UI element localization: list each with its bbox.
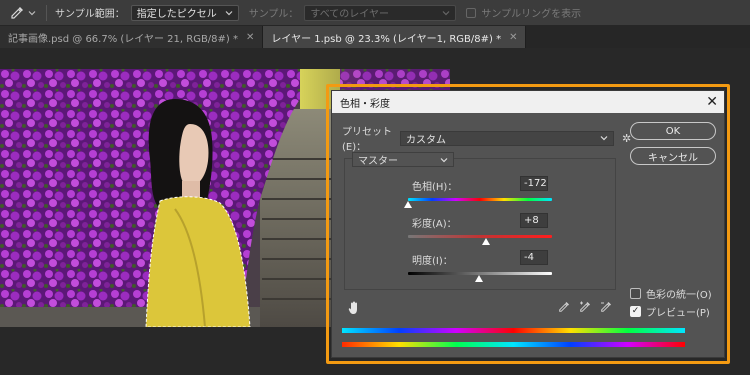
output-hue-bar: [342, 342, 685, 347]
eyedropper-icon: [11, 6, 23, 19]
sampling-ring-label: サンプルリングを表示: [481, 9, 582, 20]
photoshop-window: サンプル範囲： 指定したピクセル サンプル： すべてのレイヤー サンプルリングを…: [0, 0, 750, 375]
tab-label: レイヤー 1.psb @ 23.3% (レイヤー1, RGB/8#) *: [271, 33, 502, 45]
close-icon[interactable]: ✕: [509, 32, 517, 43]
eyedropper-tool-preset[interactable]: [10, 6, 38, 20]
close-icon[interactable]: ✕: [246, 32, 254, 43]
tab-document-1[interactable]: 記事画像.psd @ 66.7% (レイヤー 21, RGB/8#) * ✕: [0, 26, 264, 48]
colorize-label: 色彩の統一(O): [646, 290, 712, 301]
chevron-down-icon: [600, 136, 608, 141]
channel-value: マスター: [358, 156, 398, 167]
sampling-ring-checkbox[interactable]: [466, 7, 477, 18]
tab-document-2[interactable]: レイヤー 1.psb @ 23.3% (レイヤー1, RGB/8#) * ✕: [263, 26, 527, 48]
eyedropper-minus-icon[interactable]: [600, 301, 612, 313]
lightness-slider-thumb[interactable]: [474, 275, 483, 282]
preview-label: プレビュー(P): [646, 308, 710, 319]
ok-button[interactable]: OK: [630, 122, 716, 140]
cancel-button[interactable]: キャンセル: [630, 147, 716, 165]
sample-label: サンプル：: [248, 9, 299, 20]
sample-range-value: 指定したピクセル: [136, 9, 217, 20]
saturation-slider-track[interactable]: [408, 235, 552, 238]
preset-label: プリセット(E)：: [342, 127, 392, 153]
options-bar: サンプル範囲： 指定したピクセル サンプル： すべてのレイヤー サンプルリングを…: [0, 0, 750, 26]
preview-checkbox[interactable]: ✓: [630, 306, 641, 317]
document-tabs: 記事画像.psd @ 66.7% (レイヤー 21, RGB/8#) * ✕ レ…: [0, 26, 750, 48]
saturation-label: 彩度(A)：: [412, 219, 457, 230]
saturation-slider-thumb[interactable]: [481, 238, 490, 245]
eyedropper-plus-icon[interactable]: [579, 301, 591, 313]
hue-saturation-dialog: 色相・彩度 ✕ プリセット(E)： カスタム ✲ OK キャンセル マスター 色…: [331, 90, 725, 358]
tab-label: 記事画像.psd @ 66.7% (レイヤー 21, RGB/8#) *: [8, 33, 238, 45]
preset-select[interactable]: カスタム: [400, 130, 614, 146]
chevron-down-icon: [225, 10, 233, 15]
hue-input[interactable]: -172: [520, 176, 548, 191]
preset-row: プリセット(E)： カスタム ✲: [342, 123, 631, 153]
adjustment-panel: [344, 158, 616, 290]
dialog-title: 色相・彩度: [340, 98, 390, 110]
chevron-down-icon: [442, 10, 450, 15]
divider: [46, 4, 47, 21]
dialog-titlebar[interactable]: 色相・彩度 ✕: [332, 91, 724, 113]
lightness-label: 明度(I)：: [412, 256, 453, 267]
saturation-input[interactable]: +8: [520, 213, 548, 228]
preview-option[interactable]: ✓ プレビュー(P): [630, 304, 710, 319]
chevron-down-icon: [440, 157, 448, 162]
hue-slider-track[interactable]: [408, 198, 552, 201]
hue-slider-thumb[interactable]: [404, 201, 412, 208]
lightness-input[interactable]: -4: [520, 250, 548, 265]
sample-value: すべてのレイヤー: [310, 9, 390, 20]
colorize-checkbox[interactable]: [630, 288, 641, 299]
sample-select[interactable]: すべてのレイヤー: [304, 4, 457, 21]
ok-label: OK: [665, 125, 681, 137]
hue-label: 色相(H)：: [412, 182, 458, 193]
sample-range-select[interactable]: 指定したピクセル: [130, 4, 239, 21]
eyedropper-icon[interactable]: [558, 301, 570, 313]
chevron-down-icon: [28, 10, 36, 15]
hand-adjust-icon[interactable]: [348, 301, 360, 315]
cancel-label: キャンセル: [648, 152, 698, 164]
colorize-option[interactable]: 色彩の統一(O): [630, 286, 712, 301]
channel-select[interactable]: マスター: [352, 152, 454, 167]
sample-range-label: サンプル範囲：: [55, 9, 125, 20]
preset-value: カスタム: [406, 134, 446, 146]
input-hue-bar: [342, 328, 685, 333]
close-icon[interactable]: ✕: [706, 94, 718, 110]
